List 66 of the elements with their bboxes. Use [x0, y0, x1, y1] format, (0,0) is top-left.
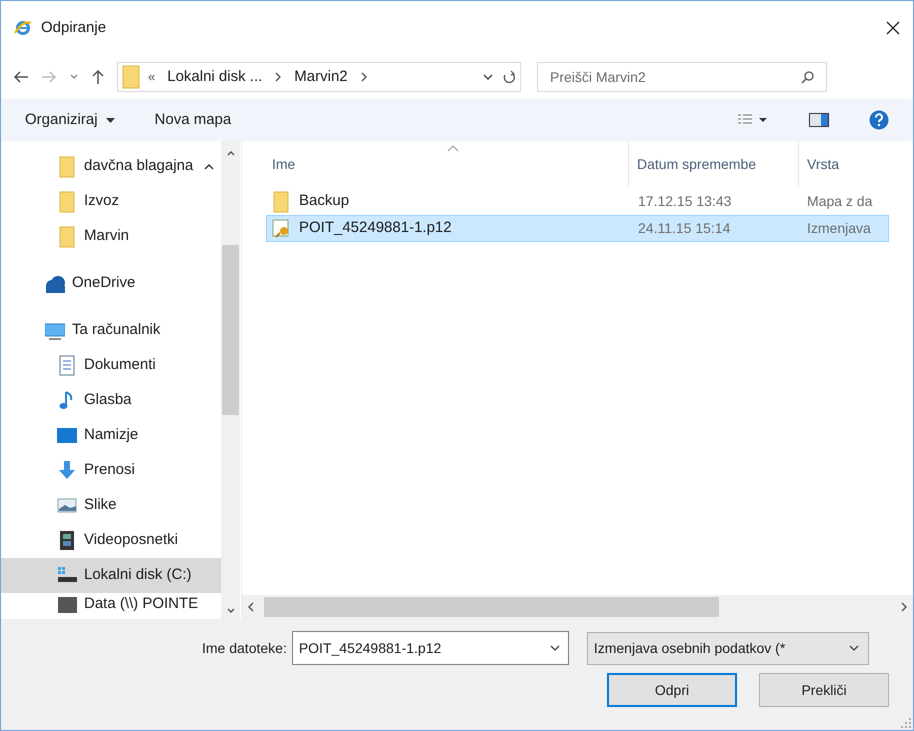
- scrollbar-thumb[interactable]: [222, 245, 239, 415]
- breadcrumb[interactable]: Lokalni disk ...: [167, 66, 262, 88]
- browser-icon: [13, 18, 33, 38]
- refresh-icon[interactable]: [502, 69, 516, 85]
- sidebar-item[interactable]: Data (\\) POINTE: [1, 593, 221, 615]
- close-icon[interactable]: [885, 20, 901, 36]
- sidebar-item[interactable]: Namizje: [1, 418, 221, 453]
- search-field[interactable]: Preišči Marvin2: [537, 62, 827, 92]
- cancel-button[interactable]: Prekliči: [759, 673, 889, 707]
- column-header[interactable]: Ime: [242, 141, 628, 187]
- help-icon[interactable]: [869, 110, 889, 130]
- chevron-down-icon[interactable]: [548, 644, 561, 652]
- sidebar-item[interactable]: Izvoz: [1, 184, 221, 219]
- address-bar[interactable]: « Lokalni disk ... Marvin2: [117, 62, 521, 92]
- download-arrow-icon: [57, 460, 77, 482]
- breadcrumb[interactable]: Marvin2: [294, 66, 348, 88]
- window-title: Odpiranje: [41, 18, 106, 38]
- chevron-down-icon[interactable]: [482, 73, 494, 81]
- folder-icon: [271, 190, 291, 212]
- folder-icon: [57, 226, 77, 248]
- folder-icon: [57, 156, 77, 178]
- date-cell-text: 24.11.15 15:14: [637, 219, 732, 238]
- scroll-down-icon[interactable]: [226, 607, 236, 615]
- sidebar-item[interactable]: Dokumenti: [1, 348, 221, 383]
- sidebar-item[interactable]: davčna blagajna: [1, 149, 221, 184]
- column-header[interactable]: Datum spremembe: [628, 141, 798, 187]
- chevron-right-icon[interactable]: [360, 72, 368, 82]
- file-name-field[interactable]: POIT_45249881-1.p12: [292, 631, 569, 665]
- organize-menu-button[interactable]: Organiziraj: [25, 108, 115, 132]
- sidebar-item[interactable]: Lokalni disk (C:): [1, 558, 221, 593]
- overflow-chevrons[interactable]: «: [148, 67, 156, 87]
- sidebar-item[interactable]: Slike: [1, 488, 221, 523]
- up-arrow-icon[interactable]: [91, 69, 105, 85]
- open-button[interactable]: Odpri: [607, 673, 737, 707]
- chevron-down-icon: [848, 644, 860, 652]
- certificate-file-icon: [271, 218, 291, 240]
- chevron-right-icon[interactable]: [274, 72, 282, 82]
- scroll-up-icon[interactable]: [226, 149, 236, 157]
- back-arrow-icon[interactable]: [13, 70, 29, 84]
- file-name: POIT_45249881-1.p12: [299, 218, 452, 238]
- file-type-dropdown[interactable]: Izmenjava osebnih podatkov (*: [586, 632, 869, 664]
- search-icon[interactable]: [801, 70, 815, 84]
- collapse-caret-icon[interactable]: [204, 163, 214, 170]
- type-cell-text: Izmenjava: [806, 219, 871, 238]
- folder-icon: [122, 65, 140, 89]
- sidebar-item[interactable]: Ta računalnik: [1, 313, 221, 348]
- sidebar-item[interactable]: Glasba: [1, 383, 221, 418]
- folder-icon: [57, 190, 77, 212]
- file-name: Backup: [299, 191, 350, 212]
- resize-grip-icon[interactable]: [901, 718, 911, 728]
- type-cell-text: Mapa z da: [806, 192, 872, 211]
- date-cell-text: 17.12.15 13:43: [637, 192, 732, 211]
- sidebar-item[interactable]: Prenosi: [1, 453, 221, 488]
- preview-pane-icon[interactable]: [809, 113, 829, 127]
- column-header[interactable]: Vrsta: [798, 141, 913, 187]
- film-icon: [57, 530, 77, 552]
- sidebar-item[interactable]: Marvin: [1, 219, 221, 254]
- file-row[interactable]: POIT_45249881-1.p12 24.11.15 15:14 Izmenjava: [266, 215, 889, 242]
- new-folder-button[interactable]: Nova mapa: [154, 108, 232, 132]
- file-row[interactable]: Backup 17.12.15 13:43 Mapa z da: [266, 188, 889, 215]
- scrollbar-thumb[interactable]: [264, 597, 719, 617]
- caret-icon: [106, 118, 115, 122]
- document-icon: [57, 354, 77, 376]
- sidebar-item[interactable]: Videoposnetki: [1, 523, 221, 558]
- sidebar-item[interactable]: OneDrive: [1, 266, 221, 301]
- file-name-label: Ime datoteke:: [202, 638, 287, 658]
